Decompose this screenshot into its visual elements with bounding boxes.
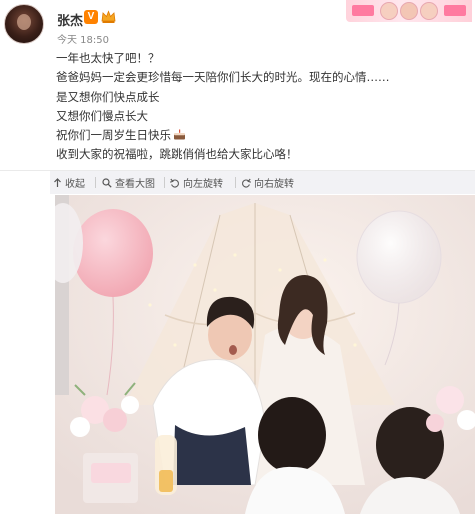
view-large-button[interactable]: 查看大图	[102, 175, 155, 190]
post-line: 又想你们慢点长大	[56, 108, 148, 123]
pink-balloon	[73, 209, 153, 297]
banner-face	[420, 2, 438, 20]
clear-balloon	[356, 210, 442, 304]
verified-badge: V	[84, 10, 98, 24]
post-photo[interactable]	[55, 195, 475, 514]
post-line: 祝你们一周岁生日快乐	[56, 128, 171, 143]
rotate-right-button[interactable]: 向右旋转	[241, 175, 294, 190]
banner-tag	[352, 5, 374, 16]
toolbar-separator	[235, 177, 236, 188]
rotate-right-icon	[242, 178, 251, 188]
collapse-button[interactable]: 收起	[53, 175, 85, 190]
rotate-left-icon	[170, 178, 179, 188]
banner-tag	[444, 5, 466, 16]
post-line: 一年也太快了吧！？	[56, 51, 160, 65]
post-header: 张杰 V 今天 18:50	[0, 0, 475, 48]
post-line-with-cake: 祝你们一周岁生日快乐	[56, 126, 466, 145]
birthday-photo	[55, 195, 475, 514]
username[interactable]: 张杰	[57, 10, 83, 29]
rotate-left-button[interactable]: 向左旋转	[170, 175, 223, 190]
rotate-left-label: 向左旋转	[183, 179, 223, 190]
image-toolbar: 收起 查看大图 向左旋转 向右旋转	[50, 171, 475, 194]
collapse-label: 收起	[65, 179, 85, 190]
toolbar-separator	[164, 177, 165, 188]
crown-icon	[101, 10, 116, 23]
magnifier-icon	[102, 177, 112, 188]
post-timestamp: 今天 18:50	[57, 31, 115, 46]
arrow-up-icon	[54, 177, 61, 187]
cake-icon	[174, 129, 185, 140]
post-line: 收到大家的祝福啦，跳跳俏俏也给大家比心咯！	[56, 147, 298, 162]
rotate-right-label: 向右旋转	[254, 179, 294, 190]
card-banner	[346, 0, 472, 22]
avatar[interactable]	[4, 4, 44, 44]
banner-face	[400, 2, 418, 20]
post-text: 一年也太快了吧！？ 爸爸妈妈一定会更珍惜每一天陪你们长大的时光。现在的心情…… …	[56, 49, 466, 165]
banner-face	[380, 2, 398, 20]
post-line: 爸爸妈妈一定会更珍惜每一天陪你们长大的时光。现在的心情……	[56, 70, 390, 85]
post-line: 是又想你们快点成长	[56, 89, 160, 104]
post-time: 今天 18:50	[57, 35, 109, 46]
child-head	[258, 397, 326, 473]
toolbar-separator	[95, 177, 96, 188]
view-large-label: 查看大图	[115, 179, 155, 190]
